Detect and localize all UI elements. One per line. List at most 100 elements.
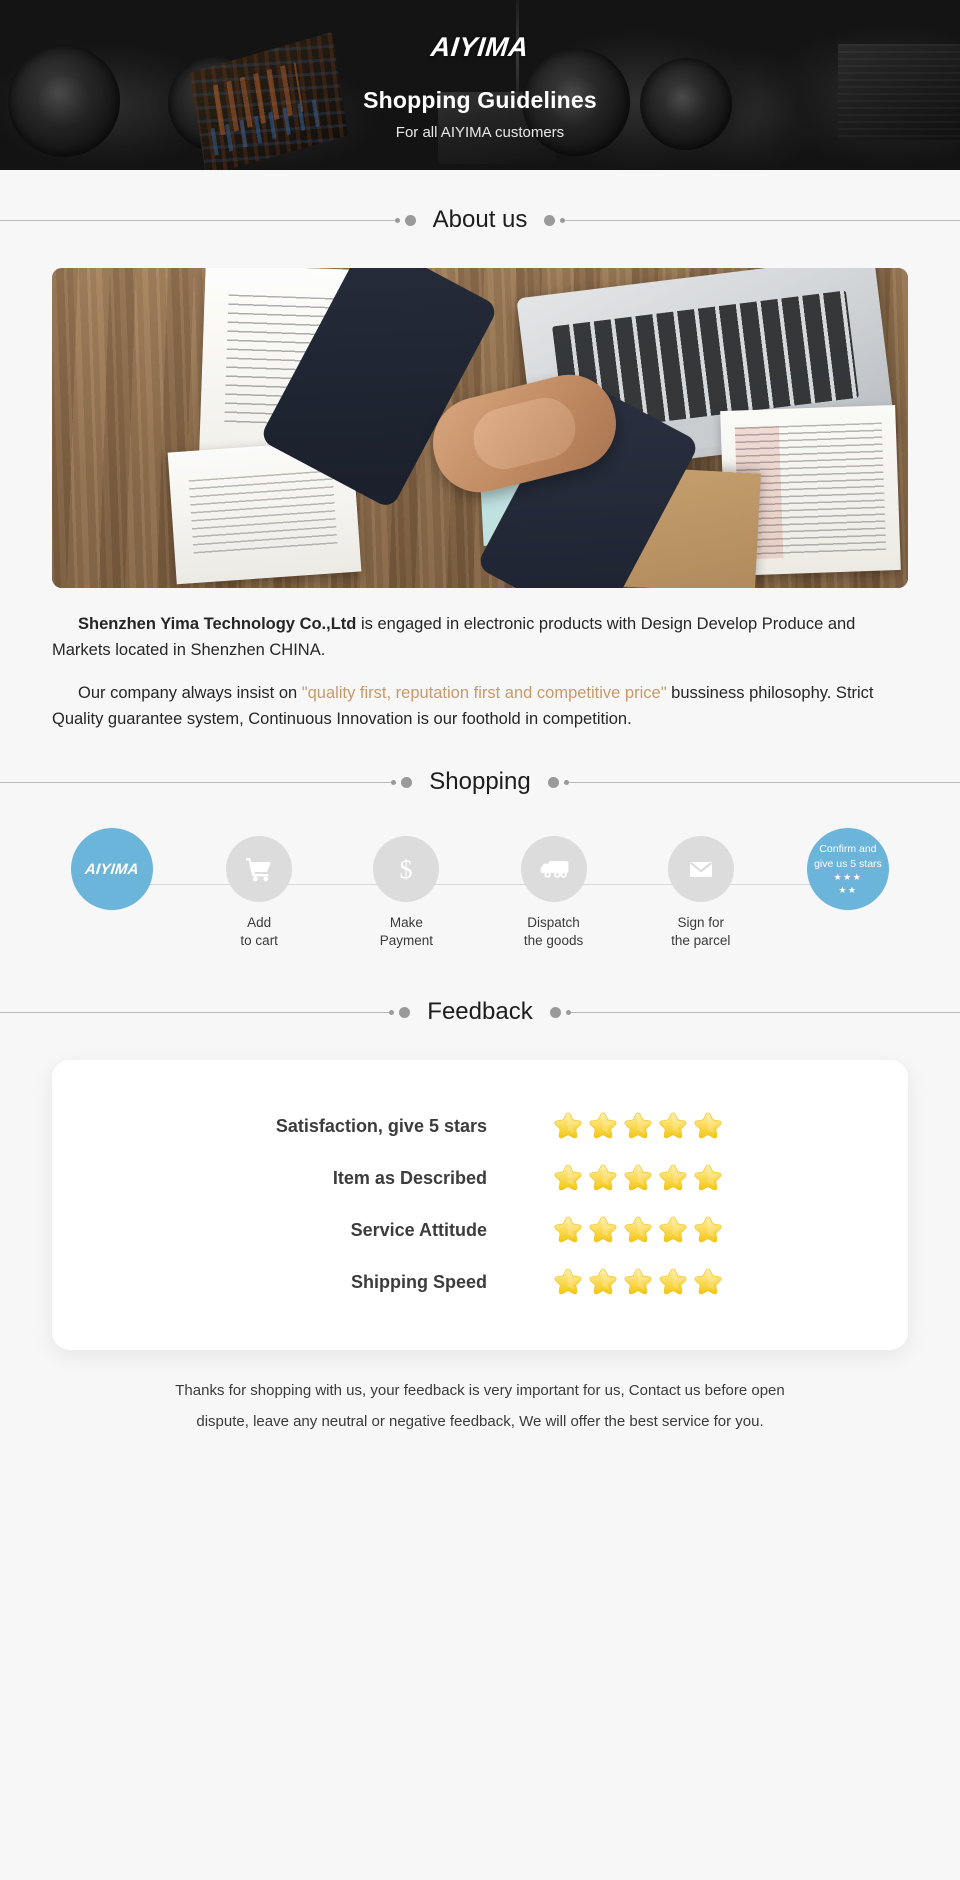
feedback-label-service-attitude: Service Attitude <box>350 1219 487 1240</box>
step-circle-cart <box>226 836 293 903</box>
feedback-footer-note: Thanks for shopping with us, your feedba… <box>80 1376 880 1438</box>
large-dot-icon <box>544 214 556 226</box>
page-subtitle: For all AIYIMA customers <box>395 124 565 141</box>
step-circle-sign <box>667 836 734 903</box>
star-icon <box>659 1164 687 1191</box>
step-dispatch-goods[interactable]: Dispatch the goods <box>494 836 614 950</box>
star-icon <box>554 1112 582 1139</box>
feedback-stars-shipping-speed[interactable] <box>553 1267 773 1297</box>
star-icon <box>554 1164 582 1191</box>
step-sign-parcel[interactable]: Sign for the parcel <box>641 836 761 950</box>
shopping-cart-icon <box>246 858 271 882</box>
step-label-dispatch: Dispatch the goods <box>523 915 584 949</box>
star-icon <box>624 1164 652 1191</box>
star-icon <box>589 1268 617 1295</box>
step-circle-confirm: Confirm and give us 5 stars ★★★ ★★ <box>806 828 889 911</box>
shopping-section-title: Shopping <box>429 768 531 796</box>
feedback-section-title: Feedback <box>427 998 533 1026</box>
feedback-row: Satisfaction, give 5 stars <box>52 1100 908 1152</box>
feedback-label-shipping-speed: Shipping Speed <box>350 1271 487 1292</box>
divider-line-right <box>568 781 960 783</box>
feedback-row: Item as Described <box>52 1152 908 1204</box>
step-confirm-rate[interactable]: Confirm and give us 5 stars ★★★ ★★ <box>788 828 908 911</box>
star-icon <box>694 1112 722 1139</box>
shopping-section-divider: Shopping <box>0 762 960 802</box>
small-dot-icon <box>389 1009 395 1015</box>
about-description: Shenzhen Yima Technology Co.,Ltd is enga… <box>52 612 908 732</box>
star-icon <box>589 1216 617 1243</box>
feedback-label-item-as-described: Item as Described <box>332 1167 487 1188</box>
divider-dots-right <box>547 776 569 788</box>
star-icon <box>589 1112 617 1139</box>
divider-dots-left <box>394 214 416 226</box>
divider-dots-right <box>544 214 566 226</box>
divider-dots-left <box>391 776 413 788</box>
step-label-payment: Make Payment <box>379 915 434 949</box>
feedback-stars-item-as-described[interactable] <box>553 1163 773 1193</box>
star-icon <box>694 1268 722 1295</box>
truck-icon <box>540 861 568 879</box>
aiyima-logo: AIYIMA <box>429 32 531 62</box>
envelope-icon <box>689 862 712 878</box>
confirm-badge-line1: Confirm and <box>819 843 877 856</box>
divider-line-left <box>0 781 392 783</box>
large-dot-icon <box>404 214 416 226</box>
star-icon <box>554 1268 582 1295</box>
feedback-stars-satisfaction[interactable] <box>553 1111 773 1141</box>
star-icon <box>624 1268 652 1295</box>
divider-line-left <box>0 1011 390 1013</box>
star-icon <box>659 1268 687 1295</box>
step-circle-payment: $ <box>373 836 440 903</box>
star-icon <box>659 1112 687 1139</box>
star-icon <box>624 1112 652 1139</box>
divider-line-right <box>565 219 960 221</box>
star-icon <box>554 1216 582 1243</box>
about-section-title: About us <box>432 206 528 233</box>
hero-content: AIYIMA Shopping Guidelines For all AIYIM… <box>0 0 960 170</box>
star-icon <box>694 1164 722 1191</box>
about-paragraph-2: Our company always insist on "quality fi… <box>52 681 908 732</box>
shopping-guidelines-page: AIYIMA Shopping Guidelines For all AIYIM… <box>0 0 960 1880</box>
about-paragraph-1: Shenzhen Yima Technology Co.,Ltd is enga… <box>52 612 908 663</box>
large-dot-icon <box>549 1006 561 1018</box>
company-name: Shenzhen Yima Technology Co.,Ltd <box>78 615 357 633</box>
small-dot-icon <box>391 779 397 785</box>
divider-dots-right <box>549 1006 571 1018</box>
confirm-stars-row-2: ★★ <box>838 885 858 896</box>
footer-line-1: Thanks for shopping with us, your feedba… <box>175 1382 785 1400</box>
step-aiyima-brand: AIYIMA <box>52 828 172 911</box>
divider-dots-left <box>389 1006 411 1018</box>
svg-text:$: $ <box>400 855 413 884</box>
star-icon <box>624 1216 652 1243</box>
star-icon <box>589 1164 617 1191</box>
divider-line-left <box>0 219 395 221</box>
step-label-cart: Add to cart <box>240 915 278 949</box>
large-dot-icon <box>547 776 559 788</box>
feedback-label-satisfaction: Satisfaction, give 5 stars <box>275 1115 487 1136</box>
about-handshake-photo <box>52 268 908 588</box>
about-paragraph-2-before: Our company always insist on <box>78 684 302 703</box>
star-icon <box>694 1216 722 1243</box>
hero-banner: AIYIMA Shopping Guidelines For all AIYIM… <box>0 0 960 170</box>
page-title: Shopping Guidelines <box>363 87 597 113</box>
small-dot-icon <box>394 217 400 223</box>
feedback-stars-service-attitude[interactable] <box>553 1215 773 1245</box>
divider-line-right <box>570 1011 960 1013</box>
feedback-card: Satisfaction, give 5 stars Item as Descr… <box>52 1060 908 1351</box>
large-dot-icon <box>399 1006 411 1018</box>
star-icon <box>659 1216 687 1243</box>
step-make-payment[interactable]: $ Make Payment <box>346 836 466 950</box>
feedback-section-divider: Feedback <box>0 992 960 1032</box>
feedback-row: Shipping Speed <box>52 1256 908 1308</box>
about-section-divider: About us <box>0 200 960 240</box>
step-add-to-cart[interactable]: Add to cart <box>199 836 319 950</box>
footer-line-2: dispute, leave any neutral or negative f… <box>196 1413 764 1430</box>
aiyima-logo-icon: AIYIMA <box>84 860 140 878</box>
large-dot-icon <box>401 776 413 788</box>
step-circle-brand: AIYIMA <box>71 828 153 911</box>
step-label-sign: Sign for the parcel <box>671 915 731 949</box>
confirm-badge-line2: give us 5 stars <box>814 858 882 871</box>
step-circle-dispatch <box>520 836 587 903</box>
steps-row: AIYIMA Add to cart $ Make Payment Dispat… <box>52 828 908 950</box>
dollar-icon: $ <box>400 855 413 884</box>
